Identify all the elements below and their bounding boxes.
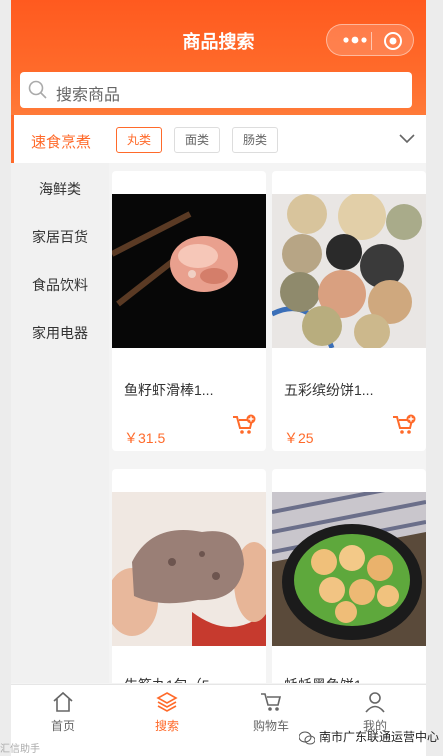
tab-home[interactable]: 首页 xyxy=(11,685,115,735)
product-name: 蚝蚝黑鱼饼1... xyxy=(284,675,373,683)
product-image-fish-cakes xyxy=(272,194,426,348)
product-name: 牛筋丸1包（5... xyxy=(124,675,221,683)
category-active-label: 速食烹煮 xyxy=(31,134,92,151)
product-card[interactable]: 鱼籽虾滑棒1... ￥31.5 xyxy=(112,171,266,451)
category-bar: 速食烹煮 丸类 面类 肠类 xyxy=(11,115,426,163)
more-dots-icon[interactable] xyxy=(341,32,369,48)
sidebar-item-appliances[interactable]: 家用电器 xyxy=(11,323,109,343)
search-input[interactable]: 搜索商品 xyxy=(20,72,412,108)
product-grid: 鱼籽虾滑棒1... ￥31.5 五彩缤纷饼1... ￥25 xyxy=(109,163,426,683)
sidebar-item-food-drink[interactable]: 食品饮料 xyxy=(11,275,109,295)
category-sidebar: 海鲜类 家居百货 食品饮料 家用电器 xyxy=(11,163,109,683)
chevron-down-icon[interactable] xyxy=(398,133,416,145)
product-name: 五彩缤纷饼1... xyxy=(284,382,374,398)
capsule-divider xyxy=(371,32,372,50)
app-screen: 商品搜索 搜索商品 速食烹煮 丸类 面类 肠类 海鲜类 家居百货 食品饮料 家用… xyxy=(11,0,426,756)
watermark-right-text: 南市广东联通运营中心 xyxy=(318,730,439,744)
chip-changlei[interactable]: 肠类 xyxy=(232,127,279,153)
tab-search[interactable]: 搜索 xyxy=(115,685,219,735)
layers-icon xyxy=(156,692,178,712)
watermark-right: 南市广东联通运营中心 xyxy=(298,728,439,745)
tab-home-label: 首页 xyxy=(50,719,75,733)
bottom-tab-bar: 首页 搜索 购物车 我的 xyxy=(11,684,426,756)
tab-search-label: 搜索 xyxy=(154,719,179,733)
search-icon xyxy=(28,80,47,99)
product-image-beef-ball xyxy=(112,492,266,646)
header: 商品搜索 搜索商品 xyxy=(11,0,426,115)
wechat-icon xyxy=(298,731,315,745)
user-icon xyxy=(365,692,385,713)
chip-mianlei[interactable]: 面类 xyxy=(174,127,221,153)
cart-icon xyxy=(261,693,282,711)
product-name: 鱼籽虾滑棒1... xyxy=(124,382,214,398)
sidebar-item-seafood[interactable]: 海鲜类 xyxy=(11,179,109,199)
add-to-cart-icon[interactable] xyxy=(232,414,256,436)
home-icon xyxy=(53,691,73,712)
category-active[interactable]: 速食烹煮 xyxy=(11,115,109,163)
watermark-left: 汇信助手 xyxy=(0,744,40,755)
product-price: ￥25 xyxy=(284,430,314,446)
product-image-fish-cake-plate xyxy=(272,492,426,646)
product-image-shrimp-ball xyxy=(112,194,266,348)
product-card[interactable]: 牛筋丸1包（5... xyxy=(112,469,266,683)
product-card[interactable]: 蚝蚝黑鱼饼1... xyxy=(272,469,426,683)
sidebar-item-home-goods[interactable]: 家居百货 xyxy=(11,227,109,247)
chip-wanlei[interactable]: 丸类 xyxy=(116,127,163,153)
product-card[interactable]: 五彩缤纷饼1... ￥25 xyxy=(272,171,426,451)
mini-program-capsule[interactable] xyxy=(326,24,414,56)
search-placeholder: 搜索商品 xyxy=(56,87,121,104)
target-circle-icon[interactable] xyxy=(383,31,403,51)
product-price: ￥31.5 xyxy=(124,430,166,446)
add-to-cart-icon[interactable] xyxy=(392,414,416,436)
